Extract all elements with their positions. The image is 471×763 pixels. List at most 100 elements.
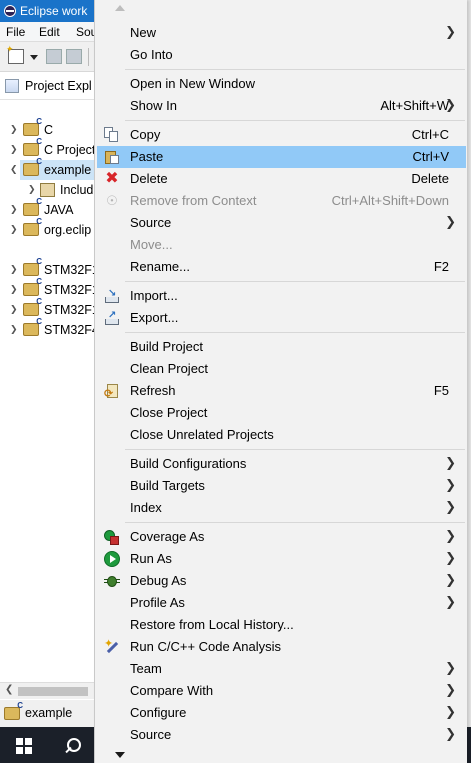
debug-bug-icon bbox=[104, 573, 120, 589]
new-wizard-icon[interactable] bbox=[6, 44, 24, 64]
menu-item-remove-from-context[interactable]: ☉ Remove from Context Ctrl+Alt+Shift+Dow… bbox=[97, 190, 466, 212]
windows-start-icon[interactable] bbox=[16, 738, 32, 754]
chevron-right-icon[interactable]: ❯ bbox=[10, 144, 18, 155]
menu-item-rename[interactable]: Rename... F2 bbox=[97, 256, 466, 278]
menu-item-close-unrelated-projects[interactable]: Close Unrelated Projects bbox=[97, 424, 466, 446]
tree-item[interactable]: ❯ STM32F4 bbox=[0, 317, 99, 340]
menu-file[interactable]: File bbox=[6, 25, 25, 39]
menu-scroll-up-icon[interactable] bbox=[115, 5, 125, 11]
tree-item[interactable]: ❯ C bbox=[0, 117, 94, 140]
includes-icon bbox=[40, 183, 55, 197]
context-menu: New ❯ Go Into Open in New Window Show In… bbox=[94, 0, 467, 763]
chevron-right-icon[interactable]: ❯ bbox=[10, 304, 18, 315]
tree-item-label: JAVA bbox=[44, 203, 74, 217]
menu-item-index[interactable]: Index ❯ bbox=[97, 497, 466, 519]
menu-item-label: Index bbox=[130, 500, 162, 515]
eclipse-logo-icon bbox=[4, 5, 16, 17]
menu-item-source[interactable]: Source ❯ bbox=[97, 212, 466, 234]
menu-item-export[interactable]: ↗ Export... bbox=[97, 307, 466, 329]
menu-item-run-code-analysis[interactable]: ✦ Run C/C++ Code Analysis bbox=[97, 636, 466, 658]
new-dropdown-icon[interactable] bbox=[30, 55, 38, 60]
search-icon[interactable] bbox=[62, 736, 82, 756]
menu-item-configure[interactable]: Configure ❯ bbox=[97, 702, 466, 724]
menu-item-close-project[interactable]: Close Project bbox=[97, 402, 466, 424]
submenu-arrow-icon: ❯ bbox=[445, 528, 456, 543]
chevron-right-icon[interactable]: ❯ bbox=[28, 184, 36, 195]
save-all-icon[interactable] bbox=[66, 49, 82, 64]
menu-item-refresh[interactable]: ⟳ Refresh F5 bbox=[97, 380, 466, 402]
tree-item[interactable]: ❯ org.eclip bbox=[0, 217, 94, 240]
menu-item-restore-from-local-history[interactable]: Restore from Local History... bbox=[97, 614, 466, 636]
menu-item-run-as[interactable]: Run As ❯ bbox=[97, 548, 466, 570]
menu-separator bbox=[125, 120, 465, 121]
chevron-right-icon[interactable]: ❯ bbox=[10, 284, 18, 295]
menu-item-move[interactable]: Move... bbox=[97, 234, 466, 256]
menu-item-label: Show In bbox=[130, 98, 177, 113]
menu-item-label: Paste bbox=[130, 149, 164, 164]
menu-item-label: Restore from Local History... bbox=[130, 617, 294, 632]
menu-item-source-2[interactable]: Source ❯ bbox=[97, 724, 466, 746]
c-project-icon bbox=[23, 197, 42, 216]
chevron-right-icon[interactable]: ❯ bbox=[10, 264, 18, 275]
menu-item-delete[interactable]: ✖ Delete Delete bbox=[97, 168, 466, 190]
tree-item-selected[interactable]: ❮ example bbox=[10, 157, 94, 180]
menu-item-label: Refresh bbox=[130, 383, 176, 398]
tree-item-label: C Project bbox=[44, 143, 96, 157]
save-icon[interactable] bbox=[46, 49, 62, 64]
tree-item[interactable]: ❯ JAVA bbox=[0, 197, 94, 220]
menu-item-new[interactable]: New ❯ bbox=[97, 22, 466, 44]
project-explorer-tab-label: Project Expl bbox=[25, 79, 92, 93]
menu-item-clean-project[interactable]: Clean Project bbox=[97, 358, 466, 380]
chevron-right-icon[interactable]: ❯ bbox=[10, 224, 18, 235]
submenu-arrow-icon: ❯ bbox=[445, 572, 456, 587]
menu-item-label: Source bbox=[130, 215, 172, 230]
menu-item-build-targets[interactable]: Build Targets ❯ bbox=[97, 475, 466, 497]
menu-edit[interactable]: Edit bbox=[39, 25, 60, 39]
menu-item-build-configurations[interactable]: Build Configurations ❯ bbox=[97, 453, 466, 475]
menu-item-shortcut: Ctrl+V bbox=[412, 149, 449, 164]
tree-item[interactable]: ❯ STM32F1 bbox=[0, 297, 99, 320]
chevron-right-icon[interactable]: ❯ bbox=[10, 204, 18, 215]
menu-item-label: Profile As bbox=[130, 595, 185, 610]
menu-item-show-in[interactable]: Show In Alt+Shift+W ❯ bbox=[97, 95, 466, 117]
menu-scroll-down-icon[interactable] bbox=[115, 752, 125, 758]
refresh-icon: ⟳ bbox=[104, 383, 120, 400]
tree-item[interactable]: ❯ C Project bbox=[0, 137, 96, 160]
scroll-left-icon[interactable]: ❮ bbox=[5, 684, 13, 695]
menu-item-copy[interactable]: Copy Ctrl+C bbox=[97, 124, 466, 146]
menu-separator bbox=[125, 332, 465, 333]
chevron-right-icon[interactable]: ❯ bbox=[10, 124, 18, 135]
menu-item-build-project[interactable]: Build Project bbox=[97, 336, 466, 358]
tree-item[interactable]: ❯ STM32F1 bbox=[0, 257, 99, 280]
menu-item-team[interactable]: Team ❯ bbox=[97, 658, 466, 680]
chevron-down-icon[interactable]: ❮ bbox=[10, 164, 18, 175]
menu-separator bbox=[125, 69, 465, 70]
menu-item-paste[interactable]: Paste Ctrl+V bbox=[97, 146, 466, 168]
menu-item-compare-with[interactable]: Compare With ❯ bbox=[97, 680, 466, 702]
tree-item[interactable]: ❯ STM32F1 bbox=[0, 277, 99, 300]
scrollbar-thumb[interactable] bbox=[18, 687, 88, 696]
menu-item-label: Move... bbox=[130, 237, 173, 252]
c-project-icon bbox=[23, 257, 42, 276]
export-icon: ↗ bbox=[104, 310, 120, 326]
c-project-icon bbox=[23, 277, 42, 296]
menu-item-import[interactable]: ↘ Import... bbox=[97, 285, 466, 307]
menu-item-shortcut: Alt+Shift+W bbox=[380, 98, 449, 113]
menu-item-go-into[interactable]: Go Into bbox=[97, 44, 466, 66]
menu-item-open-in-new-window[interactable]: Open in New Window bbox=[97, 73, 466, 95]
tree-item-label: STM32F1 bbox=[44, 263, 99, 277]
menu-item-coverage-as[interactable]: Coverage As ❯ bbox=[97, 526, 466, 548]
toolbar-separator bbox=[88, 48, 89, 66]
menu-item-profile-as[interactable]: Profile As ❯ bbox=[97, 592, 466, 614]
submenu-arrow-icon: ❯ bbox=[445, 455, 456, 470]
menu-item-label: Configure bbox=[130, 705, 187, 720]
submenu-arrow-icon: ❯ bbox=[445, 214, 456, 229]
menu-item-label: Export... bbox=[130, 310, 179, 325]
menu-separator bbox=[125, 449, 465, 450]
chevron-right-icon[interactable]: ❯ bbox=[10, 324, 18, 335]
project-explorer-icon bbox=[5, 79, 19, 93]
tree-item-label: C bbox=[44, 123, 54, 137]
tree-item[interactable]: ❯ Includ bbox=[0, 180, 94, 200]
tree-item-label: org.eclip bbox=[44, 223, 92, 237]
menu-item-debug-as[interactable]: Debug As ❯ bbox=[97, 570, 466, 592]
